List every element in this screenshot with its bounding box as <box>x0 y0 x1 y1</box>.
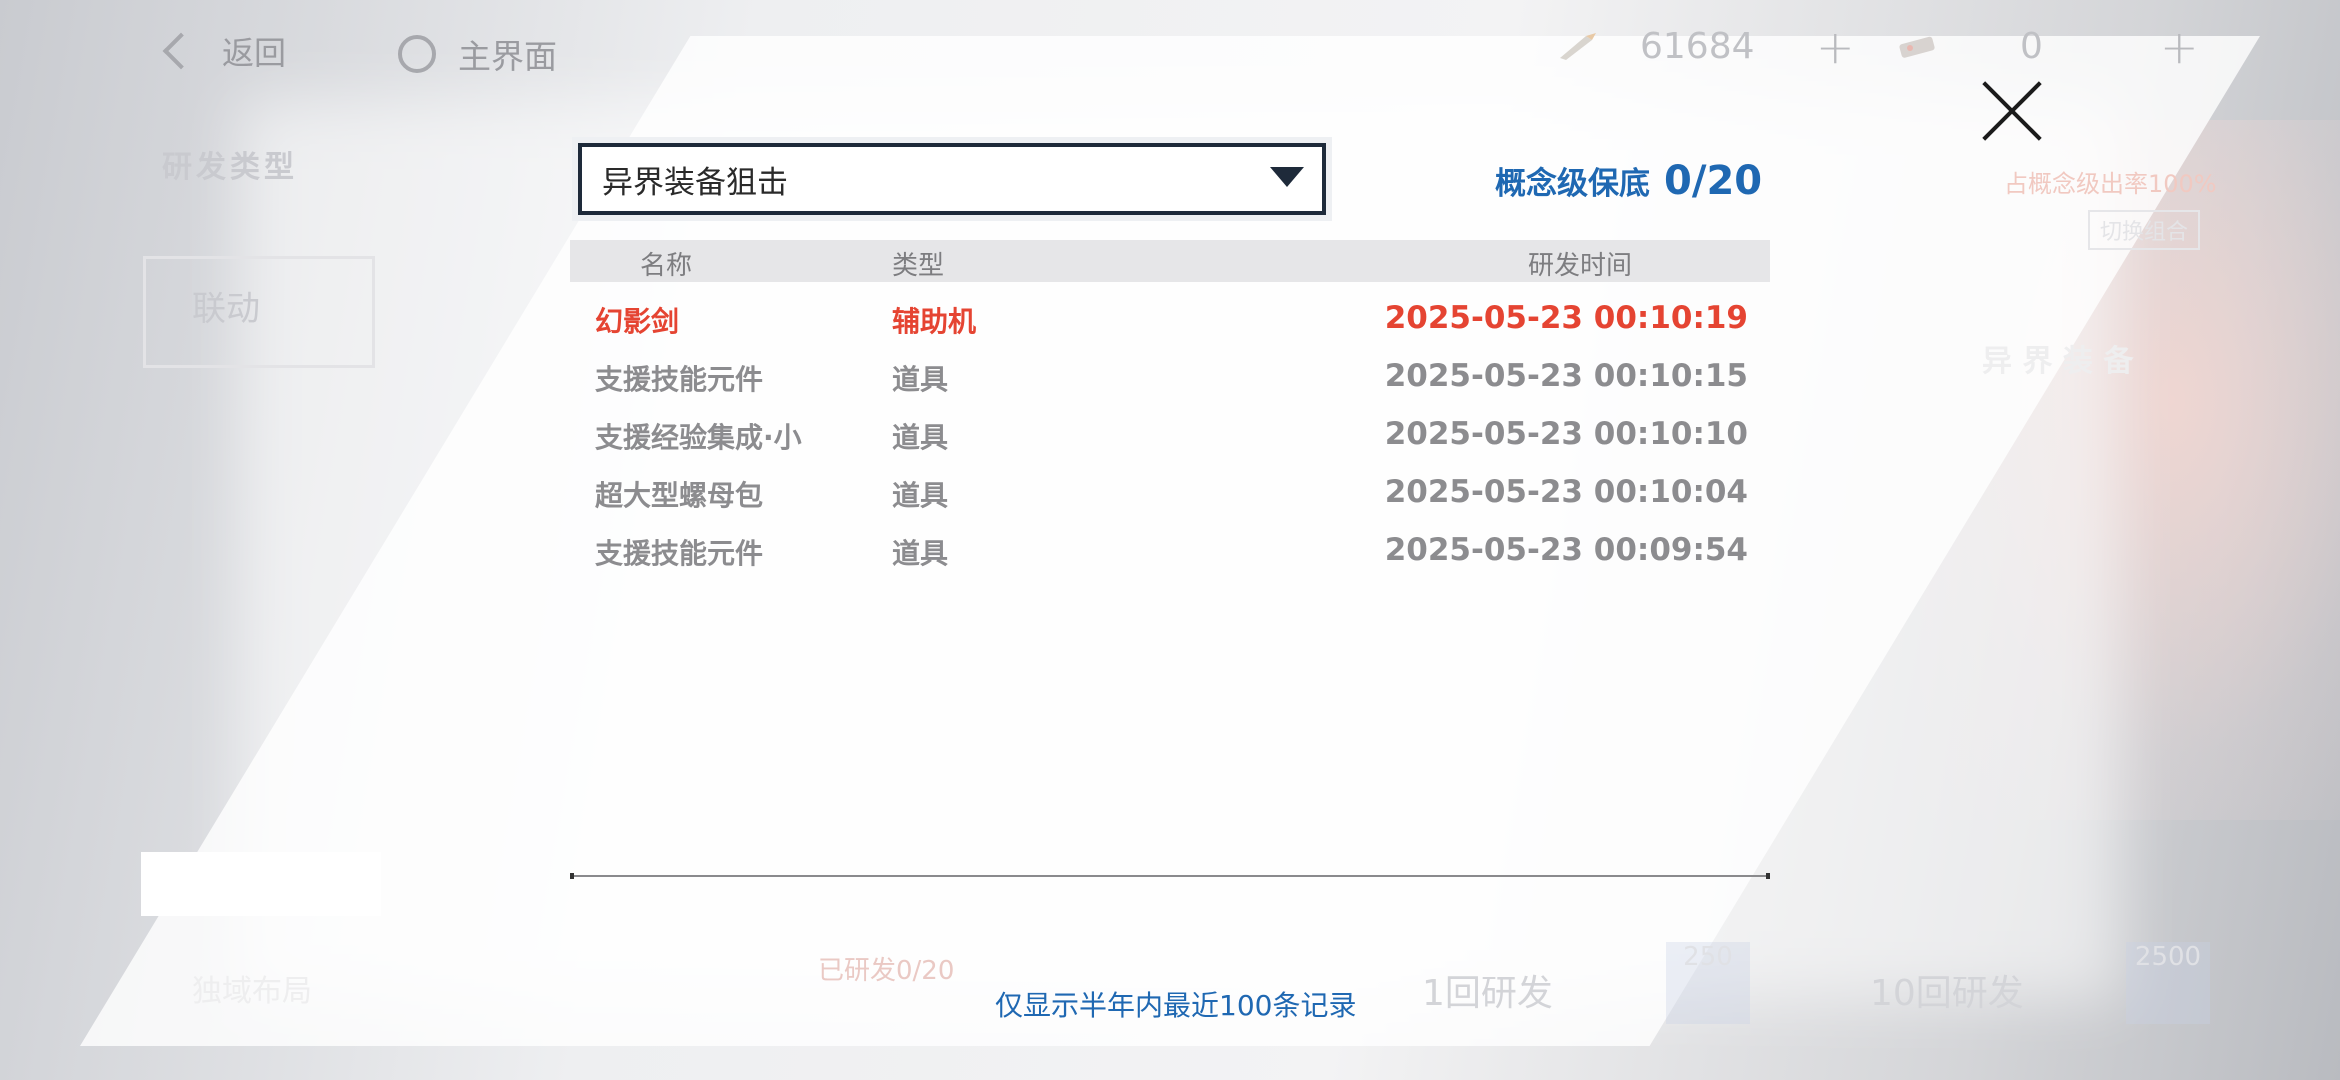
once-button[interactable]: 1回研发 <box>1422 964 1553 1016</box>
row-type: 道具 <box>892 479 949 512</box>
cost1-badge: 250 <box>1666 942 1750 1024</box>
currency2-value: 0 <box>2020 26 2043 67</box>
right-category-label: 异 界 装 备 <box>1982 344 2134 379</box>
table-row: 超大型螺母包 道具 2025-05-23 00:10:04 <box>570 466 1770 524</box>
row-time: 2025-05-23 00:10:19 <box>1384 300 1748 336</box>
row-name: 支援技能元件 <box>595 537 764 570</box>
cost10-value: 2500 <box>2134 942 2202 972</box>
close-icon[interactable] <box>1978 78 2044 144</box>
row-name: 支援技能元件 <box>595 363 764 396</box>
row-name: 幻影剑 <box>595 305 680 338</box>
col-time-header: 研发时间 <box>1528 251 1633 281</box>
row-name: 超大型螺母包 <box>595 479 764 512</box>
pool-dropdown[interactable]: 异界装备狙击 <box>578 143 1326 215</box>
pity-count: 0/20 <box>1664 158 1763 204</box>
table-header: 名称 类型 研发时间 <box>570 240 1770 282</box>
rate-text: 占概念级出率100% <box>2004 170 2217 198</box>
left-bottom-label: 独域布局 <box>192 974 312 1009</box>
dev-type-label: 研发类型 <box>162 150 298 185</box>
cost1-value: 250 <box>1683 942 1733 972</box>
faint-tab[interactable] <box>141 852 381 916</box>
caret-down-icon <box>1270 167 1304 187</box>
switch-combo-label: 切换组合 <box>2100 220 2189 245</box>
chevron-left-icon <box>162 32 200 70</box>
developed-count: 已研发0/20 <box>818 956 955 986</box>
col-name-header: 名称 <box>640 251 693 281</box>
pen-icon <box>1560 32 1596 60</box>
pity-counter: 概念级保底 0/20 <box>1495 158 1762 204</box>
table-divider <box>570 873 1770 879</box>
footnote: 仅显示半年内最近100条记录 <box>995 989 1357 1022</box>
switch-combo-button[interactable]: 切换组合 <box>2088 210 2201 250</box>
history-table: 幻影剑 辅助机 2025-05-23 00:10:19 支援技能元件 道具 20… <box>570 292 1770 582</box>
ten-button[interactable]: 10回研发 <box>1870 964 2024 1016</box>
add-currency1-button[interactable]: + <box>1816 20 1855 74</box>
back-label: 返回 <box>222 34 287 72</box>
table-row: 支援技能元件 道具 2025-05-23 00:10:15 <box>570 350 1770 408</box>
currency1-value: 61684 <box>1640 26 1755 67</box>
pity-label: 概念级保底 <box>1495 166 1650 202</box>
tab-linked-label: 联动 <box>192 289 260 329</box>
row-type: 道具 <box>892 421 949 454</box>
row-name: 支援经验集成·小 <box>595 421 802 454</box>
currency2-display: 0 <box>1896 26 2043 67</box>
table-row: 支援经验集成·小 道具 2025-05-23 00:10:10 <box>570 408 1770 466</box>
home-circle-icon <box>398 35 436 73</box>
ticket-icon <box>1899 36 1935 58</box>
home-button[interactable]: 主界面 <box>398 30 557 78</box>
add-currency2-button[interactable]: + <box>2160 20 2199 74</box>
tab-linked[interactable]: 联动 <box>143 256 375 368</box>
row-time: 2025-05-23 00:10:10 <box>1384 416 1748 452</box>
home-label: 主界面 <box>458 37 557 76</box>
row-time: 2025-05-23 00:09:54 <box>1384 532 1748 568</box>
currency1-display: 61684 <box>1556 26 1755 67</box>
pool-dropdown-value: 异界装备狙击 <box>602 165 788 201</box>
row-time: 2025-05-23 00:10:04 <box>1384 474 1748 510</box>
back-button[interactable]: 返回 <box>160 28 286 74</box>
row-type: 道具 <box>892 363 949 396</box>
table-row: 支援技能元件 道具 2025-05-23 00:09:54 <box>570 524 1770 582</box>
col-type-header: 类型 <box>892 251 945 281</box>
row-type: 道具 <box>892 537 949 570</box>
row-time: 2025-05-23 00:10:15 <box>1384 358 1748 394</box>
row-type: 辅助机 <box>892 305 977 338</box>
cost10-badge: 2500 <box>2126 942 2210 1024</box>
table-row: 幻影剑 辅助机 2025-05-23 00:10:19 <box>570 292 1770 350</box>
